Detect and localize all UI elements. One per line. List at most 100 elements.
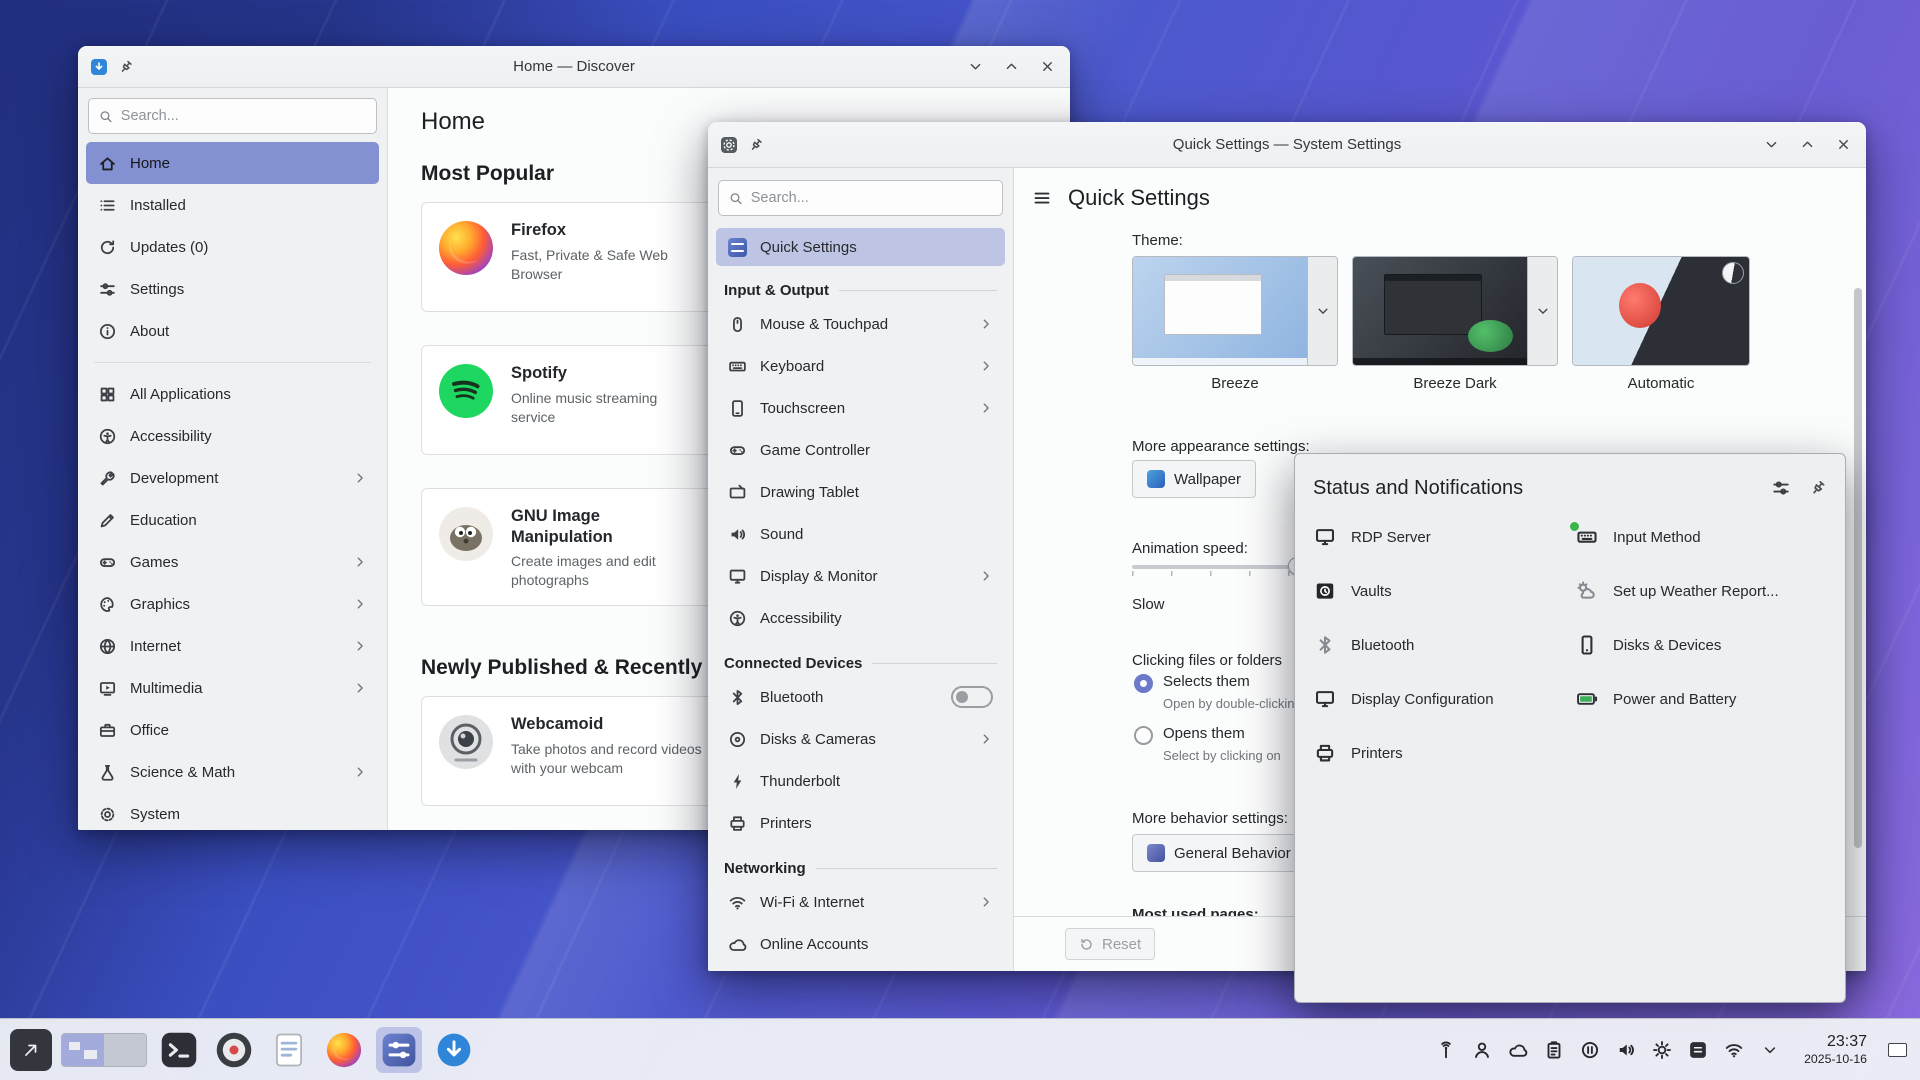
user-tray-icon[interactable] [1467, 1033, 1497, 1067]
settings-search-input[interactable] [751, 190, 992, 206]
volume-tray-icon[interactable] [1611, 1033, 1641, 1067]
network-tray-icon[interactable] [1719, 1033, 1749, 1067]
sidebar-item-disks-cameras[interactable]: Disks & Cameras [716, 718, 1005, 760]
sidebar-item-all-applications[interactable]: All Applications [86, 373, 379, 415]
theme-card-automatic[interactable]: Automatic [1572, 256, 1750, 392]
sidebar-item-home[interactable]: Home [86, 142, 379, 184]
radio-option-selects-them[interactable]: Selects them Open by double-clicking [1134, 673, 1302, 711]
sidebar-item-quick-settings[interactable]: Quick Settings [716, 228, 1005, 266]
pin-icon[interactable] [745, 133, 768, 156]
sidebar-item-system[interactable]: System [86, 793, 379, 830]
sidebar-item-sound[interactable]: Sound [716, 513, 1005, 555]
status-item-display-configuration[interactable]: Display Configuration [1313, 672, 1565, 726]
remote-desktop-tray-icon[interactable] [1431, 1033, 1461, 1067]
sidebar-item-science-math[interactable]: Science & Math [86, 751, 379, 793]
app-card-webcamoid[interactable]: Webcamoid Take photos and record videos … [421, 696, 719, 806]
sidebar-item-display-monitor[interactable]: Display & Monitor [716, 555, 1005, 597]
app-launcher-button[interactable] [10, 1029, 52, 1071]
reset-button[interactable]: Reset [1065, 928, 1155, 960]
discover-search-input[interactable] [121, 108, 366, 124]
digital-clock[interactable]: 23:37 2025-10-16 [1804, 1033, 1867, 1066]
task-icon-webcamoid[interactable] [211, 1027, 257, 1073]
content-scrollbar[interactable] [1854, 288, 1862, 848]
sidebar-item-thunderbolt[interactable]: Thunderbolt [716, 760, 1005, 802]
settings-titlebar[interactable]: Quick Settings — System Settings [708, 122, 1866, 168]
task-icon-konsole[interactable] [156, 1027, 202, 1073]
general-behavior-button[interactable]: General Behavior [1132, 834, 1306, 872]
app-card-gimp[interactable]: GNU Image Manipulation Create images and… [421, 488, 719, 606]
wallpaper-button[interactable]: Wallpaper [1132, 460, 1256, 498]
task-icon-system-settings[interactable] [376, 1027, 422, 1073]
sidebar-item-game-controller[interactable]: Game Controller [716, 429, 1005, 471]
status-item-printers[interactable]: Printers [1313, 726, 1565, 780]
minimize-button[interactable] [964, 56, 986, 78]
weather-tray-icon[interactable] [1503, 1033, 1533, 1067]
status-item-input-method[interactable]: Input Method [1575, 510, 1827, 564]
task-icon-file-manager[interactable] [266, 1027, 312, 1073]
sidebar-item-label: Display & Monitor [760, 568, 878, 585]
sidebar-item-drawing-tablet[interactable]: Drawing Tablet [716, 471, 1005, 513]
pin-icon[interactable] [115, 55, 138, 78]
sidebar-item-mouse-touchpad[interactable]: Mouse & Touchpad [716, 303, 1005, 345]
media-player-tray-icon[interactable] [1575, 1033, 1605, 1067]
sidebar-item-education[interactable]: Education [86, 499, 379, 541]
task-icon-firefox[interactable] [321, 1027, 367, 1073]
radio-button-selected[interactable] [1134, 674, 1153, 693]
sidebar-item-printers[interactable]: Printers [716, 802, 1005, 844]
night-light-tray-icon[interactable] [1647, 1033, 1677, 1067]
status-item-vaults[interactable]: Vaults [1313, 564, 1565, 618]
sidebar-item-bluetooth[interactable]: Bluetooth [716, 676, 1005, 718]
keyboard-layout-tray-icon[interactable] [1683, 1033, 1713, 1067]
sidebar-item-wifi-internet[interactable]: Wi-Fi & Internet [716, 881, 1005, 923]
clipboard-tray-icon[interactable] [1539, 1033, 1569, 1067]
theme-dropdown-button[interactable] [1527, 257, 1557, 365]
status-item-power-battery[interactable]: Power and Battery [1575, 672, 1827, 726]
sidebar-item-installed[interactable]: Installed [86, 184, 379, 226]
discover-search[interactable] [88, 98, 377, 134]
sidebar-item-online-accounts[interactable]: Online Accounts [716, 923, 1005, 965]
expand-tray-icon[interactable] [1755, 1033, 1785, 1067]
radio-button[interactable] [1134, 726, 1153, 745]
pager-desktop-2[interactable] [104, 1034, 146, 1066]
minimize-button[interactable] [1760, 134, 1782, 156]
status-item-weather-report[interactable]: Set up Weather Report... [1575, 564, 1827, 618]
theme-card-breeze[interactable]: Breeze [1132, 256, 1338, 392]
virtual-desktop-pager[interactable] [61, 1033, 147, 1067]
radio-option-opens-them[interactable]: Opens them Select by clicking on [1134, 725, 1281, 763]
theme-dropdown-button[interactable] [1307, 257, 1337, 365]
sidebar-item-about[interactable]: About [86, 310, 379, 352]
sidebar-item-accessibility[interactable]: Accessibility [716, 597, 1005, 639]
sidebar-item-multimedia[interactable]: Multimedia [86, 667, 379, 709]
status-item-bluetooth[interactable]: Bluetooth [1313, 618, 1565, 672]
sidebar-item-graphics[interactable]: Graphics [86, 583, 379, 625]
app-card-spotify[interactable]: Spotify Online music streaming service [421, 345, 719, 455]
discover-titlebar[interactable]: Home — Discover [78, 46, 1070, 88]
settings-search[interactable] [718, 180, 1003, 216]
pager-desktop-1[interactable] [62, 1034, 104, 1066]
sidebar-item-touchscreen[interactable]: Touchscreen [716, 387, 1005, 429]
sidebar-item-games[interactable]: Games [86, 541, 379, 583]
system-settings-app-icon[interactable] [720, 136, 738, 154]
discover-app-icon[interactable] [90, 58, 108, 76]
show-desktop-button[interactable] [1884, 1028, 1910, 1072]
sidebar-item-updates[interactable]: Updates (0) [86, 226, 379, 268]
app-card-firefox[interactable]: Firefox Fast, Private & Safe Web Browser [421, 202, 719, 312]
maximize-button[interactable] [1796, 134, 1818, 156]
sidebar-item-accessibility[interactable]: Accessibility [86, 415, 379, 457]
maximize-button[interactable] [1000, 56, 1022, 78]
sidebar-item-internet[interactable]: Internet [86, 625, 379, 667]
close-button[interactable] [1832, 134, 1854, 156]
hamburger-menu-button[interactable] [1024, 180, 1060, 216]
theme-card-breeze-dark[interactable]: Breeze Dark [1352, 256, 1558, 392]
close-button[interactable] [1036, 56, 1058, 78]
sidebar-item-settings[interactable]: Settings [86, 268, 379, 310]
sidebar-item-office[interactable]: Office [86, 709, 379, 751]
configure-icon[interactable] [1771, 478, 1791, 498]
sidebar-item-development[interactable]: Development [86, 457, 379, 499]
task-icon-discover[interactable] [431, 1027, 477, 1073]
bluetooth-toggle[interactable] [951, 686, 993, 708]
sidebar-item-keyboard[interactable]: Keyboard [716, 345, 1005, 387]
pin-icon[interactable] [1805, 475, 1830, 500]
status-item-rdp-server[interactable]: RDP Server [1313, 510, 1565, 564]
status-item-disks-devices[interactable]: Disks & Devices [1575, 618, 1827, 672]
